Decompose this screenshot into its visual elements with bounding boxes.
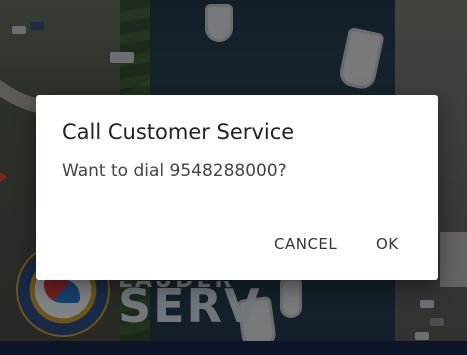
call-dialog: Call Customer Service Want to dial 95482… xyxy=(36,95,438,280)
cancel-button[interactable]: CANCEL xyxy=(274,235,337,253)
dialog-title: Call Customer Service xyxy=(62,120,295,144)
dialog-message: Want to dial 9548288000? xyxy=(62,161,287,181)
ok-button[interactable]: OK xyxy=(376,235,399,253)
